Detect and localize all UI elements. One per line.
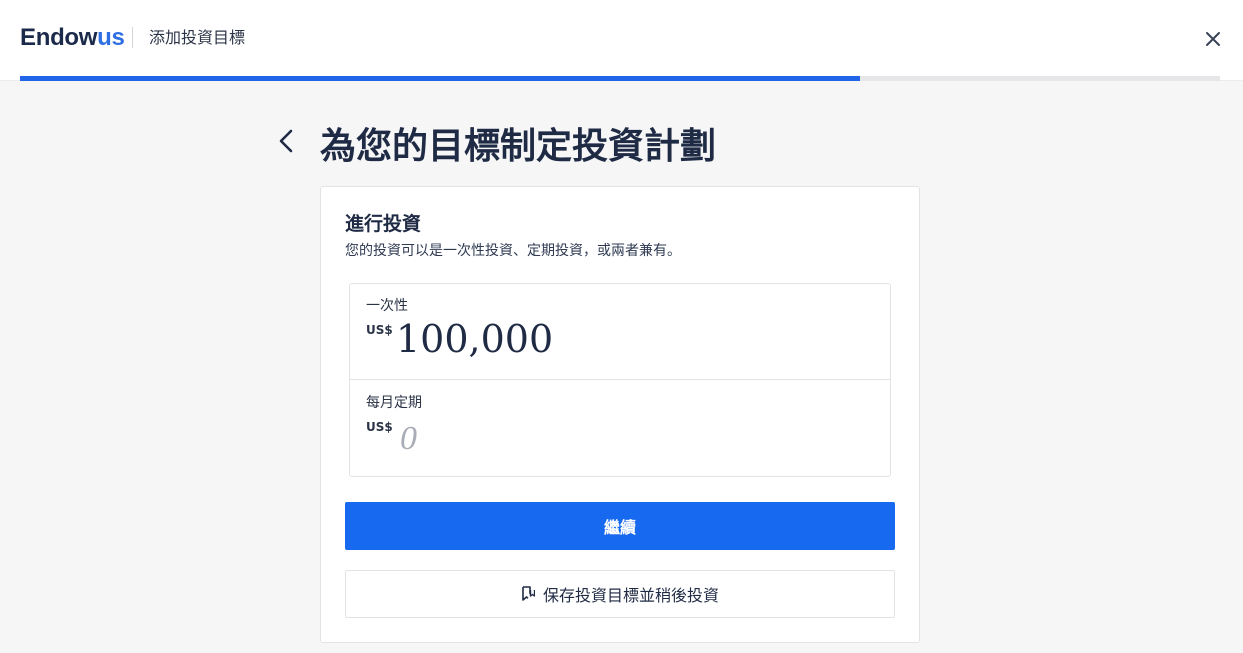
continue-button[interactable]: 繼續 (345, 502, 895, 550)
logo-text-dark: Endow (20, 24, 98, 51)
progress-fill (20, 76, 860, 81)
lump-sum-field[interactable]: 一次性 US$ 100,000 (350, 284, 890, 380)
page-title: 為您的目標制定投資計劃 (320, 126, 717, 167)
lump-sum-label: 一次性 (366, 298, 408, 314)
logo-text-accent: us (97, 24, 125, 51)
endowus-logo[interactable]: Endowus (20, 24, 125, 52)
investment-inputs: 一次性 US$ 100,000 每月定期 US$ 0 (349, 283, 891, 477)
progress-bar (20, 76, 1220, 81)
card-title: 進行投資 (345, 213, 422, 235)
monthly-field[interactable]: 每月定期 US$ 0 (350, 381, 890, 477)
monthly-label: 每月定期 (366, 395, 422, 411)
card-subtitle: 您的投資可以是一次性投資、定期投資，或兩者兼有。 (345, 243, 681, 259)
monthly-amount-input[interactable]: 0 (400, 419, 417, 459)
close-icon[interactable] (1201, 27, 1225, 51)
save-later-label: 保存投資目標並稍後投資 (542, 586, 719, 605)
lump-sum-amount-input[interactable]: 100,000 (396, 316, 553, 362)
investment-card: 進行投資 您的投資可以是一次性投資、定期投資，或兩者兼有。 一次性 US$ 10… (320, 186, 920, 643)
save-and-invest-later-button[interactable]: 保存投資目標並稍後投資 (345, 570, 895, 618)
bookmark-icon (522, 586, 535, 601)
lump-sum-currency: US$ (366, 323, 393, 337)
top-bar: Endowus 添加投資目標 (0, 0, 1243, 81)
monthly-currency: US$ (366, 420, 393, 434)
header-title: 添加投資目標 (149, 28, 246, 47)
header-divider (132, 27, 133, 48)
chevron-left-icon[interactable] (274, 128, 300, 154)
